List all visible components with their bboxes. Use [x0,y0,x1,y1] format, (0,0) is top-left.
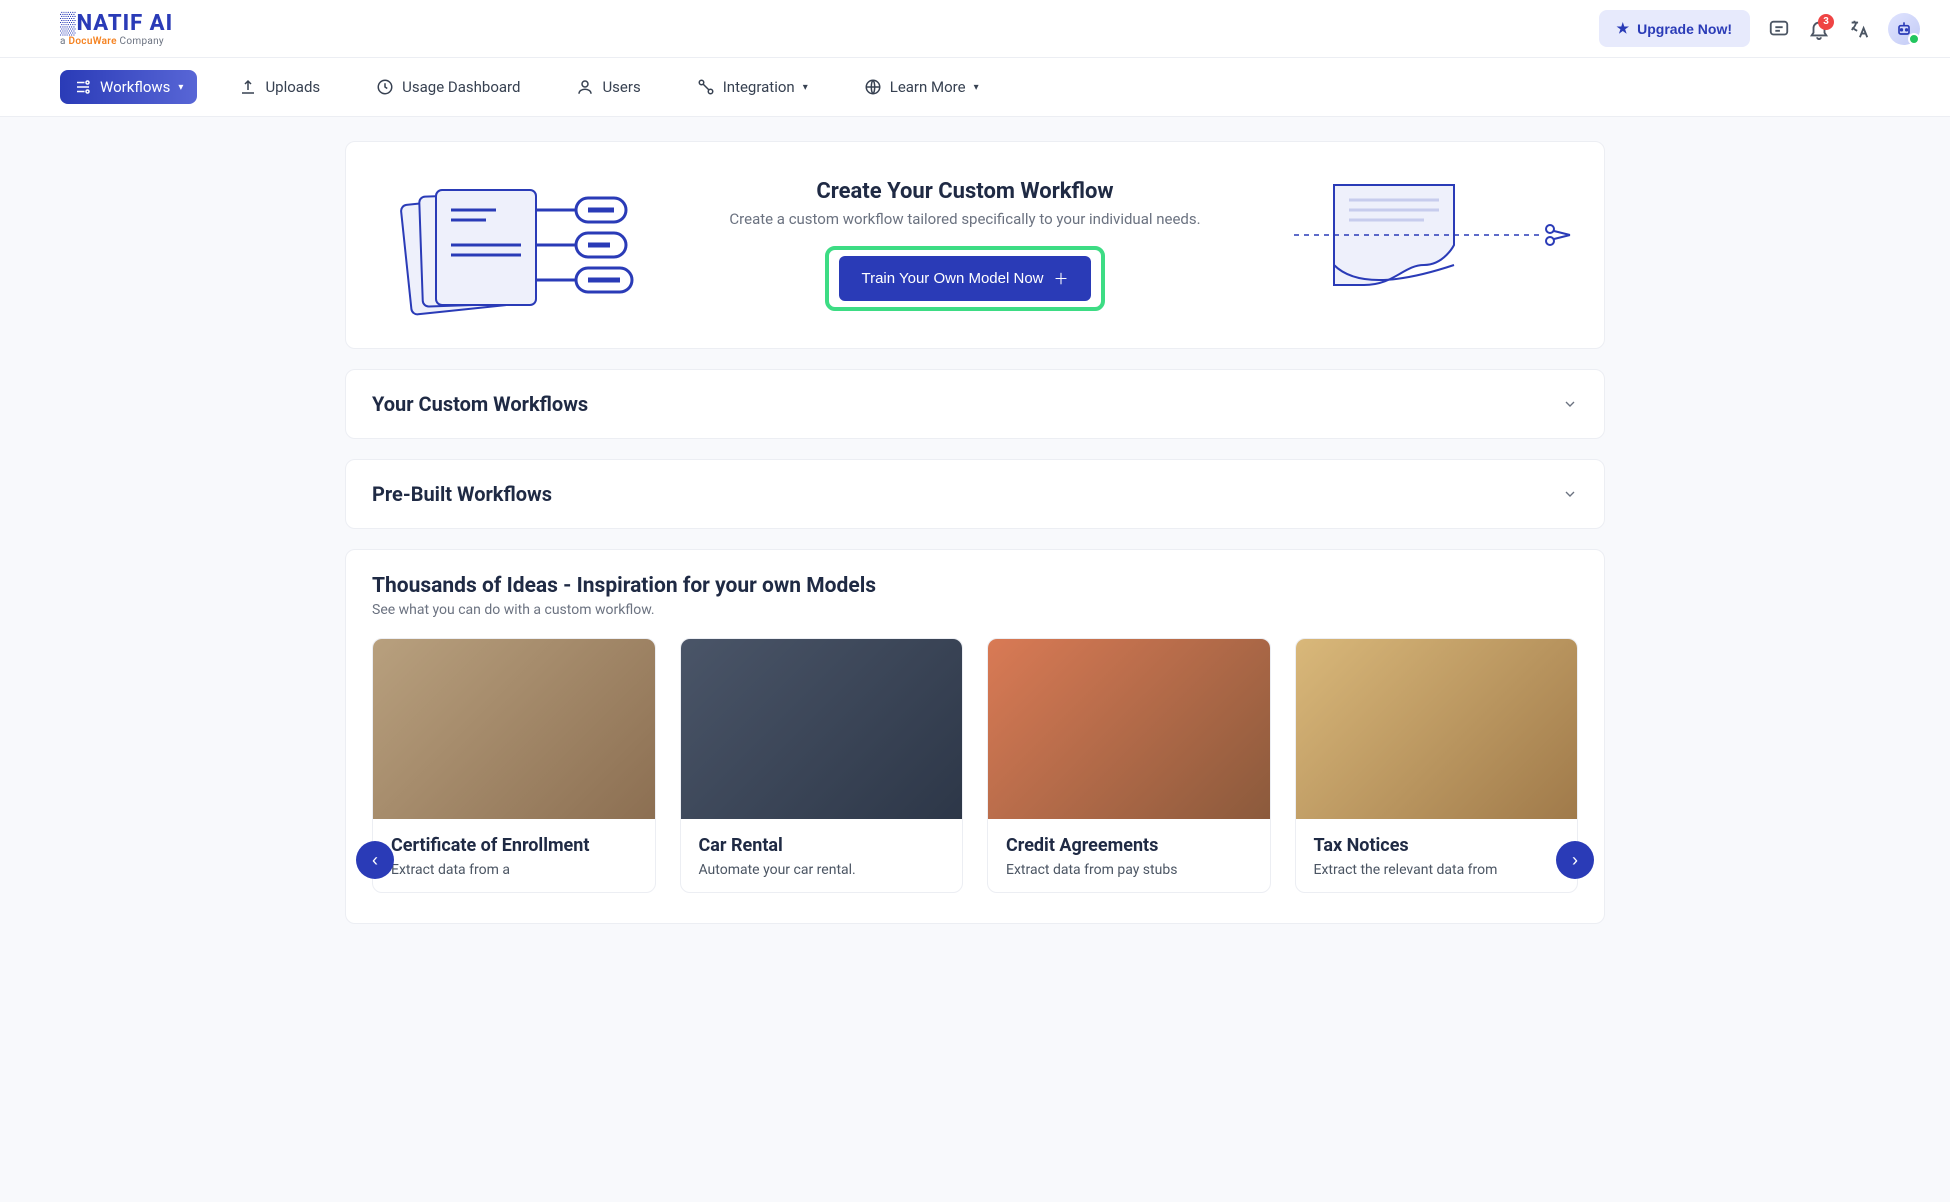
top-bar-actions: ★ Upgrade Now! 3 [1599,10,1920,47]
section-prebuilt-workflows[interactable]: Pre-Built Workflows [345,459,1605,529]
plus-icon: ＋ [1054,268,1069,289]
chevron-down-icon: ▾ [803,82,808,93]
notification-badge: 3 [1818,14,1834,30]
ideas-panel: Thousands of Ideas - Inspiration for you… [345,549,1605,924]
hero-illustration-left [376,170,636,320]
translate-icon [1848,18,1870,40]
card-image [1296,639,1578,819]
notifications-button[interactable]: 3 [1808,18,1830,40]
robot-icon [1894,19,1914,39]
chevron-down-icon: ▾ [178,82,183,93]
card-title: Certificate of Enrollment [391,835,637,856]
upload-icon [239,78,257,96]
card-image [988,639,1270,819]
carousel-next-button[interactable]: › [1556,841,1594,879]
logo-subtext: a DocuWare Company [60,36,173,47]
chevron-left-icon: ‹ [372,850,378,871]
ideas-cards: Certificate of Enrollment Extract data f… [372,638,1578,893]
idea-card[interactable]: Certificate of Enrollment Extract data f… [372,638,656,893]
section-title: Your Custom Workflows [372,392,588,416]
nav-learn-more[interactable]: Learn More ▾ [850,70,993,104]
hero-center: Create Your Custom Workflow Create a cus… [666,179,1264,311]
hero-illustration-right [1294,175,1574,315]
hero-panel: Create Your Custom Workflow Create a cus… [345,141,1605,349]
card-desc: Extract the relevant data from [1314,862,1560,878]
user-icon [576,78,594,96]
workflow-icon [74,78,92,96]
avatar[interactable] [1888,13,1920,45]
nav-users[interactable]: Users [562,70,654,104]
section-title: Pre-Built Workflows [372,482,552,506]
chevron-down-icon [1562,486,1578,502]
card-title: Tax Notices [1314,835,1560,856]
nav-label: Users [602,78,640,96]
content: Create Your Custom Workflow Create a cus… [315,117,1635,964]
chevron-down-icon [1562,396,1578,412]
nav-label: Workflows [100,78,170,96]
hero-subtitle: Create a custom workflow tailored specif… [666,210,1264,228]
idea-card[interactable]: Credit Agreements Extract data from pay … [987,638,1271,893]
nav-uploads[interactable]: Uploads [225,70,334,104]
language-button[interactable] [1848,18,1870,40]
idea-card[interactable]: Car Rental Automate your car rental. [680,638,964,893]
card-desc: Extract data from pay stubs [1006,862,1252,878]
logo-text: ▒NATIF AI [60,10,173,36]
upgrade-button[interactable]: ★ Upgrade Now! [1599,10,1750,47]
chevron-right-icon: › [1572,850,1578,871]
clock-icon [376,78,394,96]
ideas-title: Thousands of Ideas - Inspiration for you… [372,574,1578,598]
globe-icon [864,78,882,96]
idea-card[interactable]: Tax Notices Extract the relevant data fr… [1295,638,1579,893]
nav-usage-dashboard[interactable]: Usage Dashboard [362,70,534,104]
nav-integration[interactable]: Integration ▾ [683,70,822,104]
logo[interactable]: ▒NATIF AI a DocuWare Company [60,10,173,47]
chevron-down-icon: ▾ [974,82,979,93]
section-custom-workflows[interactable]: Your Custom Workflows [345,369,1605,439]
nav-label: Usage Dashboard [402,78,520,96]
documents-illustration-icon [376,170,636,320]
nav-bar: Workflows ▾ Uploads Usage Dashboard User… [0,58,1950,117]
receipt-cut-illustration-icon [1294,175,1574,315]
star-icon: ★ [1617,20,1630,37]
hero-title: Create Your Custom Workflow [666,179,1264,204]
nav-label: Uploads [265,78,320,96]
ideas-subtitle: See what you can do with a custom workfl… [372,602,1578,618]
card-desc: Extract data from a [391,862,637,878]
upgrade-label: Upgrade Now! [1637,21,1732,37]
nav-workflows[interactable]: Workflows ▾ [60,70,197,104]
nav-label: Learn More [890,78,966,96]
train-label: Train Your Own Model Now [861,270,1043,287]
chat-button[interactable] [1768,18,1790,40]
chat-icon [1768,18,1790,40]
nav-label: Integration [723,78,795,96]
train-model-button[interactable]: Train Your Own Model Now ＋ [839,256,1090,301]
carousel-prev-button[interactable]: ‹ [356,841,394,879]
card-image [681,639,963,819]
top-bar: ▒NATIF AI a DocuWare Company ★ Upgrade N… [0,0,1950,58]
card-desc: Automate your car rental. [699,862,945,878]
card-title: Car Rental [699,835,945,856]
train-highlight: Train Your Own Model Now ＋ [825,246,1104,311]
card-image [373,639,655,819]
integration-icon [697,78,715,96]
card-title: Credit Agreements [1006,835,1252,856]
